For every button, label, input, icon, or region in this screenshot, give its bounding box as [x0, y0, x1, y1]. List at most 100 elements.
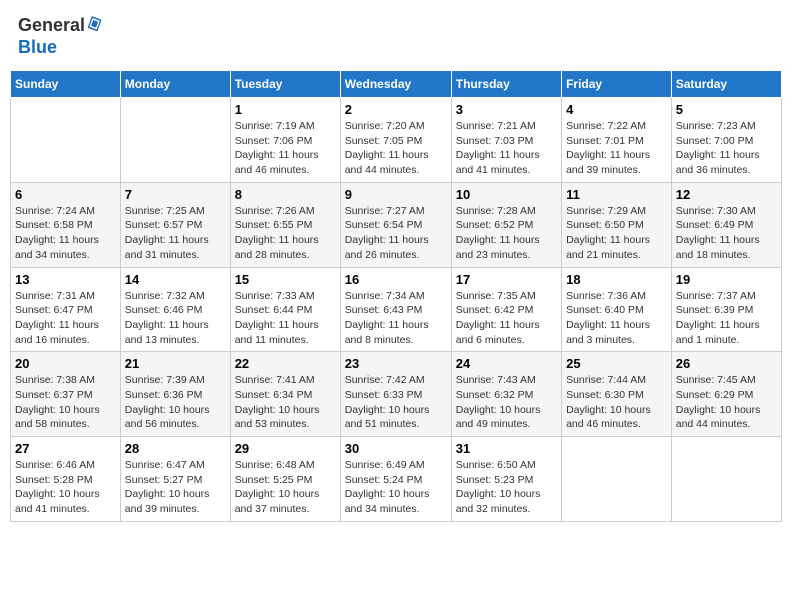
calendar-cell [671, 437, 781, 522]
calendar-cell: 18 Sunrise: 7:36 AM Sunset: 6:40 PM Dayli… [562, 267, 672, 352]
cell-info: Sunrise: 6:46 AM Sunset: 5:28 PM Dayligh… [15, 458, 116, 517]
day-number: 20 [15, 356, 116, 371]
calendar-table: SundayMondayTuesdayWednesdayThursdayFrid… [10, 70, 782, 522]
day-number: 2 [345, 102, 447, 117]
calendar-cell: 2 Sunrise: 7:20 AM Sunset: 7:05 PM Daylig… [340, 98, 451, 183]
cell-info: Sunrise: 7:27 AM Sunset: 6:54 PM Dayligh… [345, 204, 447, 263]
day-number: 15 [235, 272, 336, 287]
day-of-week-header: Friday [562, 71, 672, 98]
day-number: 22 [235, 356, 336, 371]
calendar-cell: 13Sunrise: 7:31 AM Sunset: 6:47 PM Dayli… [11, 267, 121, 352]
calendar-cell: 11 Sunrise: 7:29 AM Sunset: 6:50 PM Dayli… [562, 182, 672, 267]
calendar-cell: 20 Sunrise: 7:38 AM Sunset: 6:37 PM Dayli… [11, 352, 121, 437]
calendar-cell: 27 Sunrise: 6:46 AM Sunset: 5:28 PM Dayli… [11, 437, 121, 522]
day-number: 24 [456, 356, 557, 371]
day-number: 19 [676, 272, 777, 287]
calendar-cell: 1 Sunrise: 7:19 AM Sunset: 7:06 PM Daylig… [230, 98, 340, 183]
cell-info: Sunrise: 7:20 AM Sunset: 7:05 PM Dayligh… [345, 119, 447, 178]
cell-info: Sunrise: 6:50 AM Sunset: 5:23 PM Dayligh… [456, 458, 557, 517]
day-number: 23 [345, 356, 447, 371]
day-number: 28 [125, 441, 226, 456]
day-of-week-header: Tuesday [230, 71, 340, 98]
day-number: 9 [345, 187, 447, 202]
calendar-cell: 26 Sunrise: 7:45 AM Sunset: 6:29 PM Dayli… [671, 352, 781, 437]
cell-info: Sunrise: 7:35 AM Sunset: 6:42 PM Dayligh… [456, 289, 557, 348]
calendar-cell: 8 Sunrise: 7:26 AM Sunset: 6:55 PM Daylig… [230, 182, 340, 267]
cell-info: Sunrise: 7:44 AM Sunset: 6:30 PM Dayligh… [566, 373, 667, 432]
cell-info: Sunrise: 7:38 AM Sunset: 6:37 PM Dayligh… [15, 373, 116, 432]
day-number: 31 [456, 441, 557, 456]
calendar-cell: 10Sunrise: 7:28 AM Sunset: 6:52 PM Dayli… [451, 182, 561, 267]
day-number: 4 [566, 102, 667, 117]
day-number: 3 [456, 102, 557, 117]
cell-info: Sunrise: 7:36 AM Sunset: 6:40 PM Dayligh… [566, 289, 667, 348]
calendar-cell: 16Sunrise: 7:34 AM Sunset: 6:43 PM Dayli… [340, 267, 451, 352]
calendar-cell: 15 Sunrise: 7:33 AM Sunset: 6:44 PM Dayli… [230, 267, 340, 352]
logo: General Blue [18, 14, 105, 58]
day-number: 14 [125, 272, 226, 287]
calendar-cell: 3 Sunrise: 7:21 AM Sunset: 7:03 PM Daylig… [451, 98, 561, 183]
logo-blue-text: Blue [18, 37, 57, 57]
cell-info: Sunrise: 6:47 AM Sunset: 5:27 PM Dayligh… [125, 458, 226, 517]
cell-info: Sunrise: 7:19 AM Sunset: 7:06 PM Dayligh… [235, 119, 336, 178]
calendar-cell: 14 Sunrise: 7:32 AM Sunset: 6:46 PM Dayli… [120, 267, 230, 352]
calendar-cell: 7 Sunrise: 7:25 AM Sunset: 6:57 PM Daylig… [120, 182, 230, 267]
day-of-week-header: Saturday [671, 71, 781, 98]
calendar-cell: 17Sunrise: 7:35 AM Sunset: 6:42 PM Dayli… [451, 267, 561, 352]
calendar-week-row: 20 Sunrise: 7:38 AM Sunset: 6:37 PM Dayli… [11, 352, 782, 437]
calendar-cell [11, 98, 121, 183]
day-number: 29 [235, 441, 336, 456]
day-number: 7 [125, 187, 226, 202]
calendar-cell: 23 Sunrise: 7:42 AM Sunset: 6:33 PM Dayli… [340, 352, 451, 437]
day-number: 30 [345, 441, 447, 456]
calendar-week-row: 1 Sunrise: 7:19 AM Sunset: 7:06 PM Daylig… [11, 98, 782, 183]
day-number: 25 [566, 356, 667, 371]
calendar-cell: 12Sunrise: 7:30 AM Sunset: 6:49 PM Dayli… [671, 182, 781, 267]
cell-info: Sunrise: 7:37 AM Sunset: 6:39 PM Dayligh… [676, 289, 777, 348]
day-number: 26 [676, 356, 777, 371]
calendar-header-row: SundayMondayTuesdayWednesdayThursdayFrid… [11, 71, 782, 98]
calendar-cell: 29 Sunrise: 6:48 AM Sunset: 5:25 PM Dayli… [230, 437, 340, 522]
day-number: 27 [15, 441, 116, 456]
cell-info: Sunrise: 7:23 AM Sunset: 7:00 PM Dayligh… [676, 119, 777, 178]
cell-info: Sunrise: 7:39 AM Sunset: 6:36 PM Dayligh… [125, 373, 226, 432]
day-number: 10 [456, 187, 557, 202]
calendar-cell: 24 Sunrise: 7:43 AM Sunset: 6:32 PM Dayli… [451, 352, 561, 437]
cell-info: Sunrise: 7:43 AM Sunset: 6:32 PM Dayligh… [456, 373, 557, 432]
day-number: 11 [566, 187, 667, 202]
calendar-week-row: 27 Sunrise: 6:46 AM Sunset: 5:28 PM Dayli… [11, 437, 782, 522]
day-number: 21 [125, 356, 226, 371]
cell-info: Sunrise: 7:31 AM Sunset: 6:47 PM Dayligh… [15, 289, 116, 348]
page-header: General Blue [10, 10, 782, 62]
day-of-week-header: Thursday [451, 71, 561, 98]
cell-info: Sunrise: 7:30 AM Sunset: 6:49 PM Dayligh… [676, 204, 777, 263]
cell-info: Sunrise: 7:22 AM Sunset: 7:01 PM Dayligh… [566, 119, 667, 178]
cell-info: Sunrise: 7:25 AM Sunset: 6:57 PM Dayligh… [125, 204, 226, 263]
cell-info: Sunrise: 7:21 AM Sunset: 7:03 PM Dayligh… [456, 119, 557, 178]
calendar-cell [562, 437, 672, 522]
calendar-cell: 4 Sunrise: 7:22 AM Sunset: 7:01 PM Daylig… [562, 98, 672, 183]
day-number: 8 [235, 187, 336, 202]
cell-info: Sunrise: 6:49 AM Sunset: 5:24 PM Dayligh… [345, 458, 447, 517]
day-number: 1 [235, 102, 336, 117]
cell-info: Sunrise: 7:29 AM Sunset: 6:50 PM Dayligh… [566, 204, 667, 263]
calendar-cell: 21 Sunrise: 7:39 AM Sunset: 6:36 PM Dayli… [120, 352, 230, 437]
cell-info: Sunrise: 7:26 AM Sunset: 6:55 PM Dayligh… [235, 204, 336, 263]
cell-info: Sunrise: 7:24 AM Sunset: 6:58 PM Dayligh… [15, 204, 116, 263]
calendar-cell: 28 Sunrise: 6:47 AM Sunset: 5:27 PM Dayli… [120, 437, 230, 522]
day-of-week-header: Wednesday [340, 71, 451, 98]
cell-info: Sunrise: 7:42 AM Sunset: 6:33 PM Dayligh… [345, 373, 447, 432]
cell-info: Sunrise: 7:33 AM Sunset: 6:44 PM Dayligh… [235, 289, 336, 348]
cell-info: Sunrise: 6:48 AM Sunset: 5:25 PM Dayligh… [235, 458, 336, 517]
day-number: 16 [345, 272, 447, 287]
calendar-cell: 22Sunrise: 7:41 AM Sunset: 6:34 PM Dayli… [230, 352, 340, 437]
calendar-cell: 9 Sunrise: 7:27 AM Sunset: 6:54 PM Daylig… [340, 182, 451, 267]
calendar-cell: 31 Sunrise: 6:50 AM Sunset: 5:23 PM Dayli… [451, 437, 561, 522]
calendar-week-row: 6Sunrise: 7:24 AM Sunset: 6:58 PM Daylig… [11, 182, 782, 267]
calendar-cell: 6Sunrise: 7:24 AM Sunset: 6:58 PM Daylig… [11, 182, 121, 267]
logo-general-text: General [18, 15, 85, 36]
day-number: 18 [566, 272, 667, 287]
cell-info: Sunrise: 7:32 AM Sunset: 6:46 PM Dayligh… [125, 289, 226, 348]
cell-info: Sunrise: 7:45 AM Sunset: 6:29 PM Dayligh… [676, 373, 777, 432]
calendar-week-row: 13Sunrise: 7:31 AM Sunset: 6:47 PM Dayli… [11, 267, 782, 352]
